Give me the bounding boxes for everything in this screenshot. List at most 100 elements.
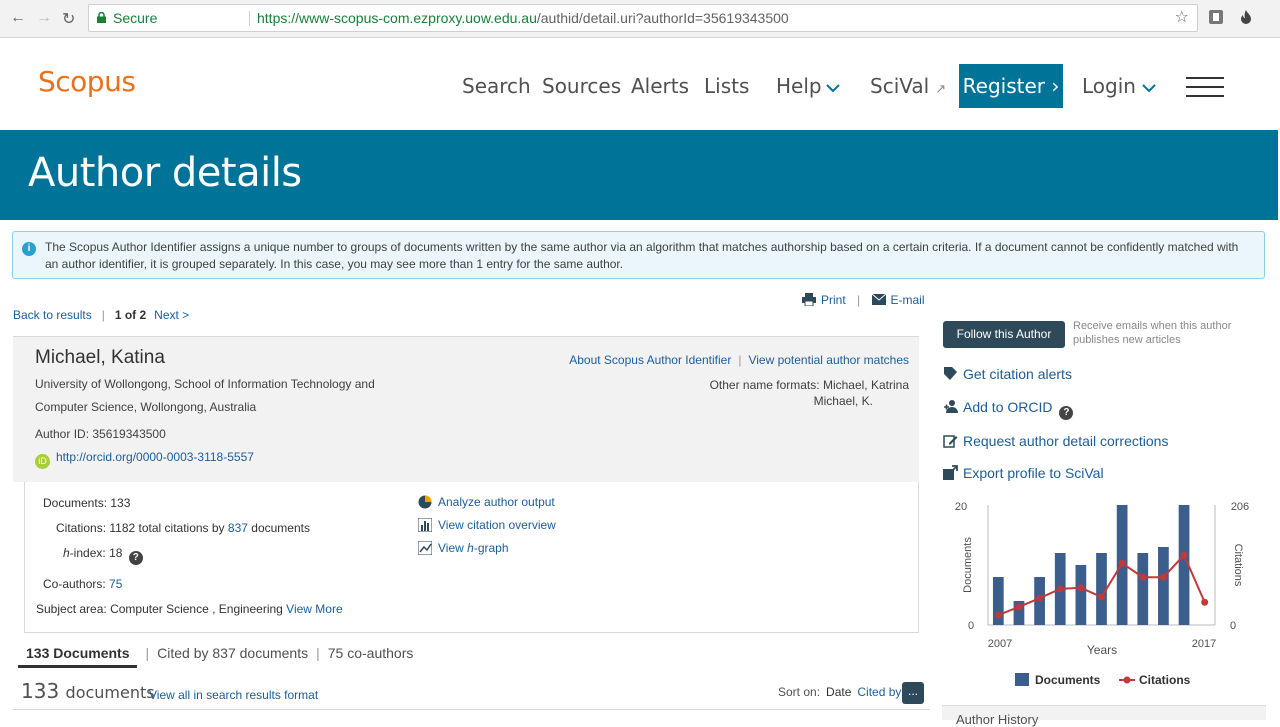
reload-icon[interactable]: ↻ [62,9,75,29]
tab-divider: | [316,645,320,661]
documents-unit: documents [65,683,155,702]
info-text: The Scopus Author Identifier assigns a u… [45,240,1239,271]
other-names-label: Other name formats: [709,378,820,392]
page-banner: Author details [0,130,1278,220]
chevron-down-icon [825,84,840,93]
nav-search[interactable]: Search [462,74,531,98]
nav-lists[interactable]: Lists [704,74,749,98]
hamburger-menu-icon[interactable] [1186,77,1224,97]
documents-bar [1137,553,1149,625]
citations-point [1015,603,1023,611]
actions-divider: | [857,293,861,307]
chevron-right-icon: › [1051,74,1060,98]
tab-cited-by[interactable]: Cited by 837 documents [157,645,308,661]
bar-chart-icon [418,518,432,532]
follow-author-button[interactable]: Follow this Author [943,321,1065,348]
forward-arrow-icon[interactable]: → [36,9,52,27]
tab-coauthors[interactable]: 75 co-authors [328,645,414,661]
view-more-link[interactable]: View More [286,602,342,616]
affiliation-line-2: Computer Science, Wollongong, Australia [35,400,257,414]
h-graph-h: h [467,541,474,555]
address-bar[interactable]: Secure https://www-scopus-com.ezproxy.uo… [88,4,1198,32]
author-name: Michael, Katina [35,347,165,368]
view-citation-overview-link[interactable]: View citation overview [438,518,556,532]
citations-metric: Citations: 1182 total citations by 837 d… [56,521,310,535]
coauthors-label: Co-authors: [43,577,106,591]
citations-text: 1182 total citations by [109,521,225,535]
print-link[interactable]: Print [802,293,846,307]
view-all-results-link[interactable]: View all in search results format [149,688,318,702]
documents-total: 133 [21,679,60,703]
y-right-tick-top: 206 [1231,501,1249,513]
help-question-icon[interactable]: ? [128,551,143,565]
more-options-button[interactable]: ... [902,682,924,704]
nav-login[interactable]: Login [1082,74,1156,98]
documents-count-heading: 133 documents [21,679,155,703]
x-tick-first: 2007 [988,638,1012,650]
back-arrow-icon[interactable]: ← [10,9,26,27]
help-question-icon[interactable]: ? [1059,406,1074,420]
sort-date-option[interactable]: Date [826,685,851,699]
nav-login-label: Login [1082,74,1136,98]
citing-documents-link[interactable]: 837 [228,521,248,535]
add-user-icon [944,400,958,413]
y-left-tick-top: 20 [955,501,967,513]
request-corrections-link[interactable]: Request author detail corrections [943,433,1168,449]
legend-documents-label: Documents [1035,673,1101,687]
y-right-axis-label: Citations [1232,544,1244,587]
register-button[interactable]: Register › [959,64,1063,108]
orcid-link[interactable]: http://orcid.org/0000-0003-3118-5557 [56,450,254,464]
other-name-formats: Other name formats: Michael, Katrina Mic… [710,377,909,409]
view-h-graph-link[interactable]: View h-graph [438,541,509,555]
sort-cited-by-option[interactable]: Cited by [857,685,901,699]
add-to-orcid-link[interactable]: Add to ORCID ? [943,399,1074,420]
about-author-identifier-link[interactable]: About Scopus Author Identifier [569,353,731,367]
back-to-results-link[interactable]: Back to results [13,308,92,322]
nav-alerts[interactable]: Alerts [631,74,689,98]
citations-point [1036,594,1044,602]
other-name-1: Michael, Katrina [822,378,909,392]
y-left-tick-bottom: 0 [968,620,974,632]
h-graph-suffix: -graph [473,541,509,555]
author-profile-header: Michael, Katina University of Wollongong… [13,336,919,482]
citations-suffix: documents [251,521,310,535]
subject-area-metric: Subject area: Computer Science , Enginee… [36,602,343,616]
citations-point [1056,585,1064,593]
citations-point [1139,573,1147,581]
email-link[interactable]: E-mail [871,293,925,307]
tab-documents[interactable]: 133 Documents [18,645,138,668]
subject-area-label: Subject area: [36,602,107,616]
analyze-author-output-link[interactable]: Analyze author output [438,495,555,509]
extension-icon[interactable] [1208,9,1224,25]
nav-scival[interactable]: SciVal ↗ [870,74,946,98]
citations-point [1159,573,1167,581]
potential-matches-link[interactable]: View potential author matches [748,353,909,367]
bookmark-star-icon[interactable]: ☆ [1175,5,1189,31]
citations-point [1077,584,1085,592]
site-header: Scopus Search Sources Alerts Lists Help … [0,39,1280,130]
extension-flame-icon[interactable] [1238,9,1254,25]
documents-count: 133 [110,496,131,510]
chevron-down-icon [1142,84,1156,93]
bell-icon [944,367,957,380]
export-scival-link[interactable]: Export profile to SciVal [943,465,1104,481]
nav-sources[interactable]: Sources [542,74,621,98]
nav-help[interactable]: Help [776,74,840,98]
orcid-icon: iD [35,454,50,469]
analyze-output-row: Analyze author output [418,495,556,509]
coauthors-link[interactable]: 75 [109,577,122,591]
next-result-link[interactable]: Next > [154,308,189,322]
printer-icon [802,293,816,306]
register-label: Register [962,74,1045,98]
external-link-icon: ↗ [935,82,947,97]
h-index-label: -index: [69,546,106,560]
citation-alerts-link[interactable]: Get citation alerts [943,366,1072,382]
url-text: https://www-scopus-com.ezproxy.uow.edu.a… [257,5,789,31]
documents-bar [1158,547,1169,625]
url-path: /authid/detail.uri?authorId=35619343500 [536,10,789,26]
scopus-logo[interactable]: Scopus [38,65,136,98]
export-scival-label: Export profile to SciVal [963,465,1104,481]
follow-note: Receive emails when this author publishe… [1073,320,1232,346]
affiliation-line-1: University of Wollongong, School of Info… [35,377,375,391]
other-name-2: Michael, K. [813,394,873,408]
